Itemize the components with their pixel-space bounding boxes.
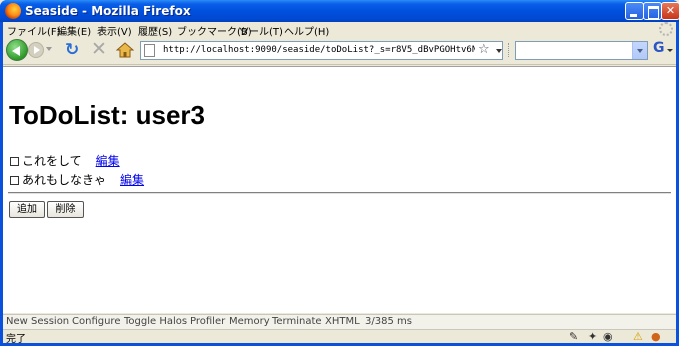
maximize-button[interactable] bbox=[643, 2, 662, 20]
bookmark-star-icon[interactable]: ☆ bbox=[478, 42, 490, 57]
search-engine-icon[interactable]: G bbox=[653, 40, 665, 56]
menu-history[interactable]: 履歴(S) bbox=[138, 23, 172, 38]
reload-icon[interactable]: ↻ bbox=[65, 41, 79, 59]
horizontal-rule bbox=[8, 192, 671, 194]
new-session-link[interactable]: New Session bbox=[6, 316, 69, 327]
vertical-scrollbar[interactable] bbox=[663, 67, 676, 314]
todo-text: あれもしなきゃ bbox=[22, 173, 107, 187]
search-box[interactable] bbox=[515, 41, 648, 60]
menu-tools[interactable]: ツール(T) bbox=[239, 23, 283, 38]
profiler-link[interactable]: Profiler bbox=[190, 316, 225, 327]
add-button[interactable]: 追加 bbox=[9, 201, 45, 218]
delete-button[interactable]: 削除 bbox=[47, 201, 84, 218]
search-engine-dropdown-icon[interactable] bbox=[667, 49, 673, 52]
history-dropdown-icon[interactable] bbox=[46, 47, 52, 51]
firefox-logo-icon bbox=[5, 3, 21, 19]
title-bar[interactable]: Seaside - Mozilla Firefox ✕ bbox=[0, 0, 679, 22]
navigation-toolbar: ↻ ✕ http://localhost:9090/seaside/toDoLi… bbox=[3, 37, 676, 65]
xhtml-link[interactable]: XHTML bbox=[325, 316, 360, 327]
minimize-button[interactable] bbox=[625, 2, 644, 20]
stop-icon[interactable]: ✕ bbox=[91, 40, 107, 59]
status-text: 完了 bbox=[6, 334, 26, 345]
window-client-area: ファイル(F) 編集(E) 表示(V) 履歴(S) ブックマーク(B) ツール(… bbox=[3, 22, 676, 345]
todo-checkbox[interactable] bbox=[10, 176, 19, 185]
toggle-halos-link[interactable]: Toggle Halos bbox=[124, 316, 187, 327]
page-title: ToDoList: user3 bbox=[9, 100, 205, 130]
configure-link[interactable]: Configure bbox=[72, 316, 120, 327]
page-viewport: ToDoList: user3 これをして 編集 あれもしなきゃ 編集 追加 削除 bbox=[3, 66, 676, 313]
todo-item: これをして 編集 bbox=[10, 152, 120, 169]
edit-link[interactable]: 編集 bbox=[120, 173, 144, 187]
window-title: Seaside - Mozilla Firefox bbox=[25, 4, 191, 18]
todo-item: あれもしなきゃ 編集 bbox=[10, 171, 144, 188]
network-icon[interactable]: ◉ bbox=[603, 330, 613, 343]
url-input[interactable]: http://localhost:9090/seaside/toDoList?_… bbox=[163, 45, 475, 55]
todo-checkbox[interactable] bbox=[10, 157, 19, 166]
menu-bar: ファイル(F) 編集(E) 表示(V) 履歴(S) ブックマーク(B) ツール(… bbox=[3, 22, 676, 38]
terminate-link[interactable]: Terminate bbox=[272, 316, 322, 327]
toolbar-grip[interactable] bbox=[508, 43, 510, 57]
memory-link[interactable]: Memory bbox=[229, 316, 270, 327]
status-bar: 完了 ✎ ✦ ◉ ⚠ ● bbox=[3, 329, 676, 345]
todo-text: これをして bbox=[22, 154, 82, 168]
firebug-icon[interactable]: ● bbox=[651, 330, 661, 343]
security-icon[interactable]: ✎ bbox=[569, 330, 578, 343]
throbber-icon bbox=[659, 22, 673, 36]
addon-icon[interactable]: ✦ bbox=[588, 330, 597, 343]
page-icon bbox=[144, 44, 155, 57]
render-time: 3/385 ms bbox=[365, 316, 412, 327]
menu-view[interactable]: 表示(V) bbox=[97, 23, 132, 38]
warning-icon[interactable]: ⚠ bbox=[633, 330, 643, 343]
browser-window: Seaside - Mozilla Firefox ✕ ファイル(F) 編集(E… bbox=[0, 0, 679, 346]
forward-arrow-icon[interactable] bbox=[28, 42, 44, 58]
close-button[interactable]: ✕ bbox=[661, 2, 679, 20]
menu-file[interactable]: ファイル(F) bbox=[7, 23, 61, 38]
menu-help[interactable]: ヘルプ(H) bbox=[284, 23, 329, 38]
address-bar[interactable]: http://localhost:9090/seaside/toDoList?_… bbox=[140, 41, 503, 60]
url-dropdown-icon[interactable] bbox=[496, 49, 502, 53]
seaside-toolbar: New Session Configure Toggle Halos Profi… bbox=[3, 314, 676, 329]
edit-link[interactable]: 編集 bbox=[96, 154, 120, 168]
menu-edit[interactable]: 編集(E) bbox=[57, 23, 91, 38]
home-icon[interactable] bbox=[116, 41, 134, 59]
search-dropdown-icon[interactable] bbox=[632, 42, 647, 59]
back-arrow-icon[interactable] bbox=[6, 39, 28, 61]
